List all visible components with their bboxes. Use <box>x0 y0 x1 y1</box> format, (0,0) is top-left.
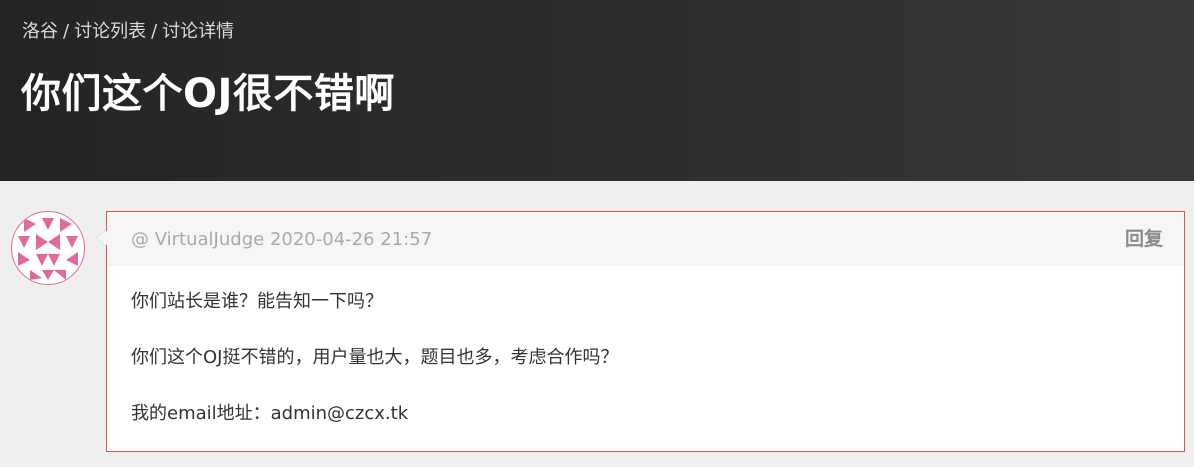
author-link[interactable]: VirtualJudge <box>155 229 264 250</box>
author-prefix: @ <box>131 229 149 250</box>
breadcrumb-home-link[interactable]: 洛谷 <box>22 21 58 42</box>
breadcrumb-separator: / <box>151 21 158 42</box>
avatar[interactable] <box>11 211 85 285</box>
breadcrumb: 洛谷 / 讨论列表 / 讨论详情 <box>22 20 234 44</box>
post-header: @ VirtualJudge 2020-04-26 21:57 回复 <box>107 212 1184 266</box>
identicon-avatar-icon <box>18 218 78 280</box>
card-pointer-inner <box>97 230 108 246</box>
post-paragraph: 我的email地址：admin@czcx.tk <box>131 403 409 424</box>
post-timestamp: 2020-04-26 21:57 <box>269 229 433 250</box>
post-paragraph: 你们这个OJ挺不错的，用户量也大，题目也多，考虑合作吗？ <box>131 347 619 368</box>
post-body: 你们站长是谁？能告知一下吗？ 你们这个OJ挺不错的，用户量也大，题目也多，考虑合… <box>107 266 1184 426</box>
breadcrumb-current: 讨论详情 <box>162 21 235 42</box>
breadcrumb-separator: / <box>63 21 70 42</box>
breadcrumb-discussion-list-link[interactable]: 讨论列表 <box>74 21 146 42</box>
reply-button[interactable]: 回复 <box>1125 227 1163 251</box>
post-paragraph: 你们站长是谁？能告知一下吗？ <box>131 291 383 312</box>
post-card: @ VirtualJudge 2020-04-26 21:57 回复 你们站长是… <box>106 211 1185 452</box>
page-header: 洛谷 / 讨论列表 / 讨论详情 你们这个OJ很不错啊 <box>0 0 1194 181</box>
page-title: 你们这个OJ很不错啊 <box>21 71 395 117</box>
post-meta: @ VirtualJudge 2020-04-26 21:57 <box>131 228 432 252</box>
